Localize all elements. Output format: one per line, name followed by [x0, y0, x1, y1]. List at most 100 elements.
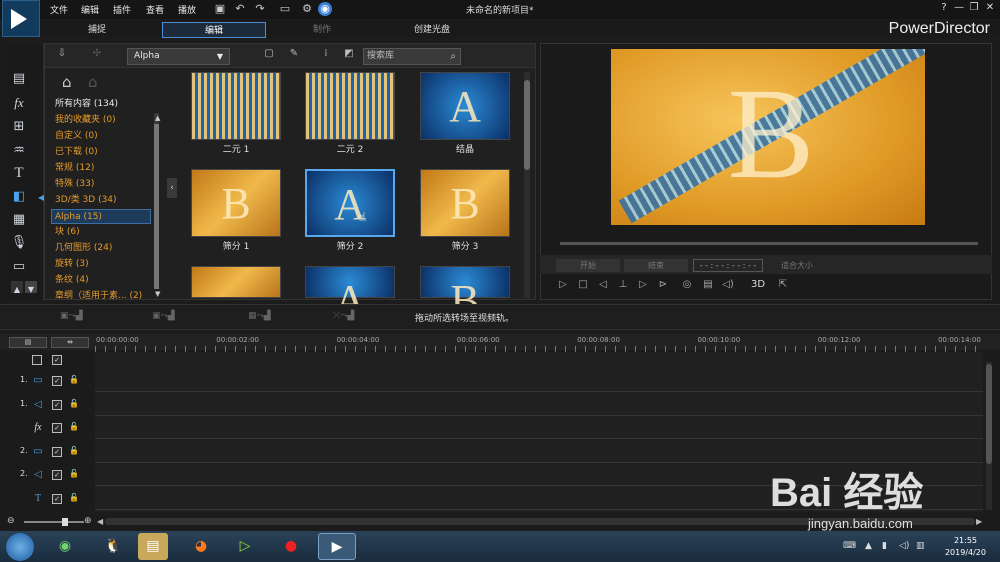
transition-thumbnail[interactable]: B [420, 169, 510, 237]
category-item[interactable]: 章纲（适用于素... (2) [55, 289, 142, 304]
fit-size-dropdown[interactable]: 适合大小 [769, 259, 825, 272]
help-button[interactable]: ? [937, 2, 951, 16]
grid-view-icon[interactable]: ⁞ [319, 48, 333, 62]
category-item[interactable]: 3D/类 3D (34) [55, 193, 117, 208]
transition-thumbnail[interactable]: A [420, 72, 510, 140]
transition-thumbnail[interactable] [191, 266, 281, 298]
app-powerdirector-icon[interactable]: ▶ [318, 533, 356, 560]
fit-timeline-icon[interactable]: ⇹ [51, 337, 89, 348]
transition-thumbnail[interactable]: A [305, 266, 395, 325]
scroll-up-arrow-icon[interactable]: ▲ [155, 114, 160, 122]
mark-out-button[interactable]: 结束 [624, 259, 688, 272]
menu-view[interactable]: 查看 [146, 3, 164, 16]
media-room-icon[interactable]: ▤ [10, 70, 28, 88]
snapshot-icon[interactable]: ◎ [680, 279, 694, 293]
keyboard-tray-icon[interactable]: ⌨ [843, 541, 856, 551]
track-lock-icon[interactable]: 🔓 [69, 422, 79, 432]
tab-capture[interactable]: 捕捉 [45, 22, 149, 38]
track-lock-icon[interactable]: 🔓 [69, 469, 79, 479]
next-frame-icon[interactable]: ▷ [636, 279, 650, 293]
prefix-transition-icon[interactable]: ▣⤳▟ [152, 311, 184, 323]
postfix-transition-icon[interactable]: ▦⤳▟ [248, 311, 280, 323]
tab-produce[interactable]: 制作 [270, 22, 374, 38]
menu-file[interactable]: 文件 [50, 3, 68, 16]
pip-icon[interactable]: ⊞ [10, 118, 28, 136]
track-enable-checkbox[interactable]: ✓ [52, 446, 62, 457]
3d-mode-button[interactable]: 3D [743, 279, 773, 293]
track-enable-checkbox[interactable]: ✓ [52, 423, 62, 433]
transition-thumbnail[interactable] [191, 72, 281, 140]
restore-button[interactable]: ❐ [967, 2, 981, 16]
track-enable-checkbox[interactable]: ✓ [52, 399, 62, 410]
subtitle-icon[interactable]: ▭ [10, 258, 28, 276]
play-icon[interactable]: ▷ [556, 279, 570, 293]
menu-play[interactable]: 播放 [178, 3, 196, 16]
library-scrollbar-thumb[interactable] [524, 80, 530, 170]
title-icon[interactable]: T [10, 164, 28, 182]
track-manager-icon[interactable]: ▤ [9, 337, 47, 348]
track-enable-checkbox[interactable]: ✓ [52, 470, 62, 480]
category-item[interactable]: 块 (6) [55, 225, 80, 240]
fast-forward-icon[interactable]: ⊳ [656, 279, 670, 293]
category-item[interactable]: Alpha (15) [51, 209, 151, 224]
app-360-icon[interactable]: ◉ [50, 533, 80, 560]
tag-add-icon[interactable]: ⌂ [62, 73, 72, 91]
track-enable-checkbox[interactable]: ✓ [52, 376, 62, 386]
app-firefox-icon[interactable]: ◕ [186, 533, 216, 560]
plugin-icon[interactable]: ✣ [90, 48, 104, 62]
zoom-slider-knob[interactable] [62, 518, 68, 526]
edit-icon[interactable]: ✎ [287, 48, 301, 62]
transition-icon[interactable]: ◧ [10, 188, 28, 206]
select-all-box[interactable] [32, 355, 42, 365]
scroll-down-arrow-icon[interactable]: ▼ [155, 290, 160, 298]
transition-thumbnail[interactable]: A [305, 169, 395, 237]
fx-icon[interactable]: fx [10, 94, 28, 112]
category-item[interactable]: 所有内容 (134) [55, 97, 118, 112]
timeline-vscroll-thumb[interactable] [986, 364, 992, 464]
close-button[interactable]: ✕ [983, 2, 997, 16]
preview-seek-bar[interactable] [560, 242, 978, 245]
app-qq-icon[interactable]: 🐧 [98, 533, 128, 560]
menu-plugins[interactable]: 插件 [113, 3, 131, 16]
track-enable-checkbox[interactable]: ✓ [52, 493, 62, 504]
apply-transition-icon[interactable]: ▣⤳▟ [60, 311, 92, 323]
tab-create-disc[interactable]: 创建光盘 [380, 22, 484, 38]
zoom-in-icon[interactable]: ⊕ [84, 516, 92, 526]
undo-icon[interactable]: ↶ [233, 2, 247, 16]
crossfade-icon[interactable]: ⤫⤳▟ [333, 311, 365, 323]
category-scrollbar-thumb[interactable] [154, 124, 159, 289]
category-item[interactable]: 旋转 (3) [55, 257, 89, 272]
minimize-button[interactable]: — [952, 2, 966, 16]
category-item[interactable]: 自定义 (0) [55, 129, 98, 144]
transition-thumbnail[interactable] [305, 72, 395, 140]
tab-edit[interactable]: 编辑 [162, 22, 266, 38]
track-lock-icon[interactable]: 🔓 [69, 375, 79, 385]
scroll-left-icon[interactable]: ◀ [97, 517, 103, 526]
system-clock[interactable]: 21:55 2019/4/20 [945, 535, 986, 559]
split-icon[interactable]: ⊥ [616, 279, 630, 293]
subtitle-preview-icon[interactable]: ▤ [701, 279, 715, 293]
enable-all-checkbox[interactable]: ✓ [52, 355, 62, 365]
show-hidden-icons-icon[interactable]: ▲ [865, 541, 872, 551]
audio-mixer-icon[interactable]: ▦ [10, 211, 28, 229]
menu-edit[interactable]: 编辑 [81, 3, 99, 16]
category-item[interactable]: 已下载 (0) [55, 145, 98, 160]
app-explorer-icon[interactable]: ▤ [138, 533, 168, 560]
track-lock-icon[interactable]: 🔓 [69, 399, 79, 409]
category-item[interactable]: 条纹 (4) [55, 273, 89, 288]
save-icon[interactable]: ▣ [213, 2, 227, 16]
category-dropdown[interactable]: Alpha ▼ [127, 48, 230, 65]
scroll-down-icon[interactable]: ▼ [25, 281, 37, 294]
settings-gear-icon[interactable]: ⚙ [300, 2, 314, 16]
transition-thumbnail[interactable]: B [191, 169, 281, 237]
category-item[interactable]: 我的收藏夹 (0) [55, 113, 116, 128]
volume-tray-icon[interactable]: ◁) [899, 541, 909, 551]
resize-icon[interactable]: ◩ [342, 48, 356, 62]
app-media-icon[interactable]: ▷ [230, 533, 260, 560]
zoom-out-icon[interactable]: ⊖ [7, 516, 15, 526]
track-lock-icon[interactable]: 🔓 [69, 493, 79, 503]
zoom-slider-track[interactable] [24, 521, 84, 523]
volume-icon[interactable]: ◁) [721, 279, 735, 293]
category-item[interactable]: 几何图形 (24) [55, 241, 112, 256]
scroll-right-icon[interactable]: ▶ [976, 517, 982, 526]
